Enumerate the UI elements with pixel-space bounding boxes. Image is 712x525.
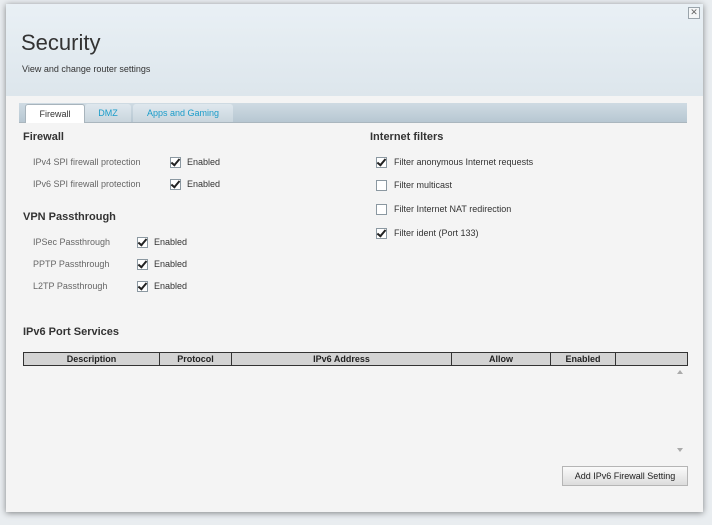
internet-filters-title: Internet filters xyxy=(370,131,444,143)
filter-multicast-checkbox[interactable] xyxy=(376,180,387,191)
ipv6-spi-checkbox[interactable] xyxy=(170,179,181,190)
column-description: Description xyxy=(24,353,160,365)
security-dialog: ✕ Security View and change router settin… xyxy=(6,4,703,512)
column-enabled: Enabled xyxy=(551,353,616,365)
firewall-section-title: Firewall xyxy=(23,131,64,143)
ipv4-spi-checkbox[interactable] xyxy=(170,157,181,168)
tab-dmz[interactable]: DMZ xyxy=(85,104,131,122)
add-ipv6-firewall-setting-button[interactable]: Add IPv6 Firewall Setting xyxy=(562,466,688,486)
ipv6-spi-enabled-label: Enabled xyxy=(187,179,221,189)
column-protocol: Protocol xyxy=(160,353,232,365)
ipv6-table-body xyxy=(23,366,686,456)
vpn-section-title: VPN Passthrough xyxy=(23,211,116,223)
scroll-down-icon[interactable] xyxy=(677,448,683,452)
column-actions xyxy=(616,353,687,365)
pptp-enabled-label: Enabled xyxy=(154,259,188,269)
scroll-up-icon[interactable] xyxy=(677,370,683,374)
page-subtitle: View and change router settings xyxy=(22,64,151,74)
ipsec-enabled-label: Enabled xyxy=(154,237,188,247)
table-scrollbar[interactable] xyxy=(676,366,686,456)
close-icon[interactable]: ✕ xyxy=(688,7,700,19)
l2tp-label: L2TP Passthrough xyxy=(33,281,108,291)
column-ipv6-address: IPv6 Address xyxy=(232,353,452,365)
filter-anonymous-label: Filter anonymous Internet requests xyxy=(394,157,534,167)
dialog-content: Firewall DMZ Apps and Gaming Firewall IP… xyxy=(6,96,703,512)
ipv6-port-services-title: IPv6 Port Services xyxy=(23,326,120,338)
l2tp-checkbox[interactable] xyxy=(137,281,148,292)
dialog-header: ✕ Security View and change router settin… xyxy=(6,4,703,96)
tab-bar: Firewall DMZ Apps and Gaming xyxy=(19,103,687,123)
tab-firewall[interactable]: Firewall xyxy=(25,104,85,123)
pptp-label: PPTP Passthrough xyxy=(33,259,110,269)
tab-apps-and-gaming[interactable]: Apps and Gaming xyxy=(133,104,233,122)
ipv6-table-header: Description Protocol IPv6 Address Allow … xyxy=(23,352,688,366)
filter-anonymous-checkbox[interactable] xyxy=(376,157,387,168)
filter-nat-redirection-label: Filter Internet NAT redirection xyxy=(394,204,512,214)
ipv6-spi-label: IPv6 SPI firewall protection xyxy=(33,179,141,189)
ipsec-checkbox[interactable] xyxy=(137,237,148,248)
filter-nat-redirection-checkbox[interactable] xyxy=(376,204,387,215)
ipv4-spi-enabled-label: Enabled xyxy=(187,157,221,167)
filter-ident-checkbox[interactable] xyxy=(376,228,387,239)
column-allow: Allow xyxy=(452,353,551,365)
l2tp-enabled-label: Enabled xyxy=(154,281,188,291)
filter-multicast-label: Filter multicast xyxy=(394,180,453,190)
page-title: Security xyxy=(21,30,101,55)
filter-ident-label: Filter ident (Port 133) xyxy=(394,228,479,238)
ipv4-spi-label: IPv4 SPI firewall protection xyxy=(33,157,141,167)
pptp-checkbox[interactable] xyxy=(137,259,148,270)
ipsec-label: IPSec Passthrough xyxy=(33,237,111,247)
